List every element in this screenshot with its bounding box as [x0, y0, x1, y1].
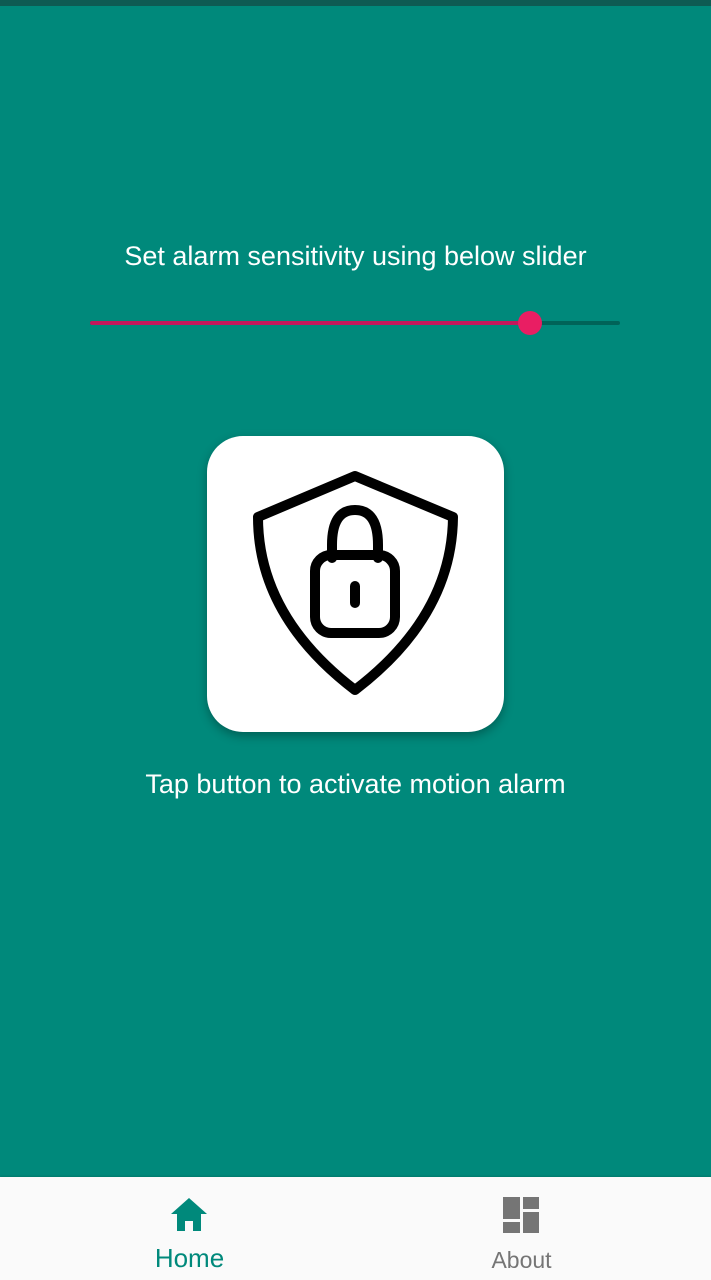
slider-active-track	[90, 321, 530, 325]
shield-lock-icon	[253, 471, 458, 695]
sensitivity-slider[interactable]	[90, 303, 620, 343]
status-bar-strip	[0, 0, 711, 6]
nav-item-about[interactable]: About	[344, 1177, 699, 1280]
slider-thumb[interactable]	[518, 311, 542, 335]
nav-label-home: Home	[154, 1243, 225, 1273]
home-screen: Set alarm sensitivity using below slider…	[0, 0, 711, 1280]
activate-alarm-button[interactable]	[207, 436, 504, 732]
activate-alarm-caption: Tap button to activate motion alarm	[145, 769, 566, 799]
home-icon	[171, 1198, 207, 1231]
dashboard-icon	[503, 1197, 539, 1233]
nav-label-about: About	[491, 1247, 552, 1273]
bottom-navigation: Home About	[0, 1177, 711, 1280]
sensitivity-instruction: Set alarm sensitivity using below slider	[124, 241, 587, 271]
nav-item-home[interactable]: Home	[12, 1177, 367, 1280]
